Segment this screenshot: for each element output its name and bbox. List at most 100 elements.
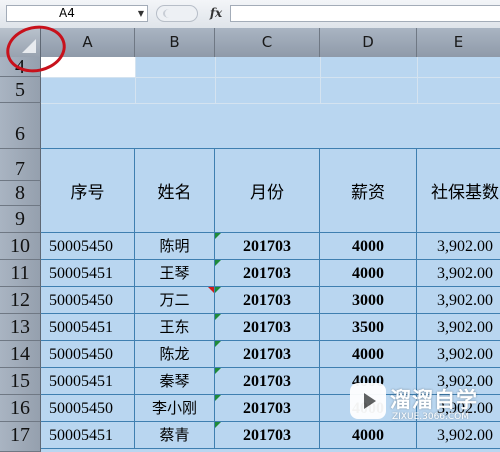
cell-value: 3,902.00 — [437, 238, 493, 255]
cell-value: 201703 — [243, 346, 291, 363]
table-cell-name[interactable]: 陈龙 — [135, 341, 215, 368]
watermark-url: ZIXUE.3066.COM — [392, 412, 470, 422]
row-header-label: 16 — [10, 397, 30, 419]
table-header-cell[interactable]: 序号 — [41, 149, 135, 233]
row-header-17[interactable]: 17 — [0, 422, 41, 452]
formula-bar-resize-handle[interactable] — [156, 5, 198, 22]
table-cell-month[interactable]: 201703 — [215, 422, 320, 449]
table-cell-salary[interactable]: 4000 — [320, 233, 417, 260]
row-header-13[interactable]: 13 — [0, 314, 41, 341]
table-cell-month[interactable]: 201703 — [215, 260, 320, 287]
gridline — [135, 57, 136, 103]
insert-function-icon[interactable]: fx — [205, 5, 227, 22]
row-header-15[interactable]: 15 — [0, 368, 41, 395]
row-header-14[interactable]: 14 — [0, 341, 41, 368]
table-cell-id[interactable]: 50005451 — [41, 260, 135, 287]
cell-value: 201703 — [243, 427, 291, 444]
table-header-cell[interactable]: 社保基数 — [417, 149, 500, 233]
row-header-12[interactable]: 12 — [0, 287, 41, 314]
table-cell-base[interactable]: 3,902.00 — [417, 287, 500, 314]
table-cell-month[interactable]: 201703 — [215, 314, 320, 341]
column-header-e[interactable]: E — [417, 28, 500, 57]
table-cell-salary[interactable]: 4000 — [320, 422, 417, 449]
cell-value: 3,902.00 — [437, 346, 493, 363]
column-header-d[interactable]: D — [320, 28, 417, 57]
name-box[interactable]: A4 ▼ — [6, 5, 148, 22]
table-cell-salary[interactable]: 4000 — [320, 341, 417, 368]
name-box-dropdown-icon[interactable]: ▼ — [138, 6, 144, 21]
table-cell-salary[interactable]: 4000 — [320, 260, 417, 287]
cell-value: 4000 — [352, 265, 384, 282]
table-cell-salary[interactable]: 3000 — [320, 287, 417, 314]
table-cell-id[interactable]: 50005450 — [41, 287, 135, 314]
cell-value: 201703 — [243, 265, 291, 282]
formula-input[interactable] — [230, 5, 500, 22]
table-header-cell[interactable]: 月份 — [215, 149, 320, 233]
table-cell-id[interactable]: 50005451 — [41, 314, 135, 341]
cell-value: 3,902.00 — [437, 265, 493, 282]
table-cell-name[interactable]: 秦琴 — [135, 368, 215, 395]
cell-value: 陈龙 — [159, 345, 190, 363]
row-header-label: 17 — [10, 424, 30, 446]
row-header-label: 10 — [10, 235, 30, 257]
table-cell-month[interactable]: 201703 — [215, 368, 320, 395]
table-cell-name[interactable]: 万二 — [135, 287, 215, 314]
name-box-value: A4 — [59, 6, 75, 20]
gridline — [215, 57, 216, 103]
row-header-11[interactable]: 11 — [0, 260, 41, 287]
table-cell-salary[interactable]: 3500 — [320, 314, 417, 341]
table-cell-base[interactable]: 3,902.00 — [417, 260, 500, 287]
watermark-logo — [350, 383, 386, 419]
table-header-cell[interactable]: 薪资 — [320, 149, 417, 233]
cell-value: 201703 — [243, 319, 291, 336]
cell-value: 蔡青 — [159, 426, 190, 444]
row-header-8[interactable]: 8 — [0, 181, 41, 206]
cell-value: 50005451 — [49, 319, 113, 336]
table-cell-month[interactable]: 201703 — [215, 395, 320, 422]
error-indicator-icon — [215, 287, 221, 293]
cell-value: 201703 — [243, 400, 291, 417]
cell-value: 201703 — [243, 238, 291, 255]
table-cell-name[interactable]: 王琴 — [135, 260, 215, 287]
row-header-label: 12 — [10, 289, 30, 311]
cell-value: 李小刚 — [151, 399, 197, 417]
row-header-16[interactable]: 16 — [0, 395, 41, 422]
table-header-cell[interactable]: 姓名 — [135, 149, 215, 233]
table-cell-month[interactable]: 201703 — [215, 233, 320, 260]
row-header-10[interactable]: 10 — [0, 233, 41, 260]
row-header-label: 11 — [10, 262, 30, 284]
table-cell-month[interactable]: 201703 — [215, 341, 320, 368]
table-cell-id[interactable]: 50005451 — [41, 422, 135, 449]
cell-value: 50005450 — [49, 292, 113, 309]
table-cell-base[interactable]: 3,902.00 — [417, 422, 500, 449]
table-cell-name[interactable]: 蔡青 — [135, 422, 215, 449]
table-cell-id[interactable]: 50005450 — [41, 341, 135, 368]
cell-value: 4000 — [352, 238, 384, 255]
table-cell-id[interactable]: 50005451 — [41, 368, 135, 395]
row-header-6[interactable]: 6 — [0, 103, 41, 149]
cell-value: 秦琴 — [159, 372, 190, 390]
cell-value: 201703 — [243, 292, 291, 309]
cell-value: 201703 — [243, 373, 291, 390]
table-cell-base[interactable]: 3,902.00 — [417, 341, 500, 368]
table-cell-base[interactable]: 3,902.00 — [417, 233, 500, 260]
table-cell-name[interactable]: 王东 — [135, 314, 215, 341]
row-header-7[interactable]: 7 — [0, 149, 41, 181]
cell-value: 50005451 — [49, 427, 113, 444]
table-cell-name[interactable]: 李小刚 — [135, 395, 215, 422]
table-cell-base[interactable]: 3,902.00 — [417, 314, 500, 341]
column-header-b[interactable]: B — [135, 28, 215, 57]
error-indicator-icon — [215, 314, 221, 320]
row-header-9[interactable]: 9 — [0, 206, 41, 233]
table-cell-name[interactable]: 陈明 — [135, 233, 215, 260]
table-cell-month[interactable]: 201703 — [215, 287, 320, 314]
column-header-c[interactable]: C — [215, 28, 320, 57]
row-header-5[interactable]: 5 — [0, 77, 41, 103]
table-cell-id[interactable]: 50005450 — [41, 395, 135, 422]
cell-value: 3000 — [352, 292, 384, 309]
row-header-label: 13 — [10, 316, 30, 338]
row-header-label: 5 — [15, 79, 25, 101]
table-cell-id[interactable]: 50005450 — [41, 233, 135, 260]
cell-value: 陈明 — [159, 237, 190, 255]
cell-value: 3,902.00 — [437, 319, 493, 336]
